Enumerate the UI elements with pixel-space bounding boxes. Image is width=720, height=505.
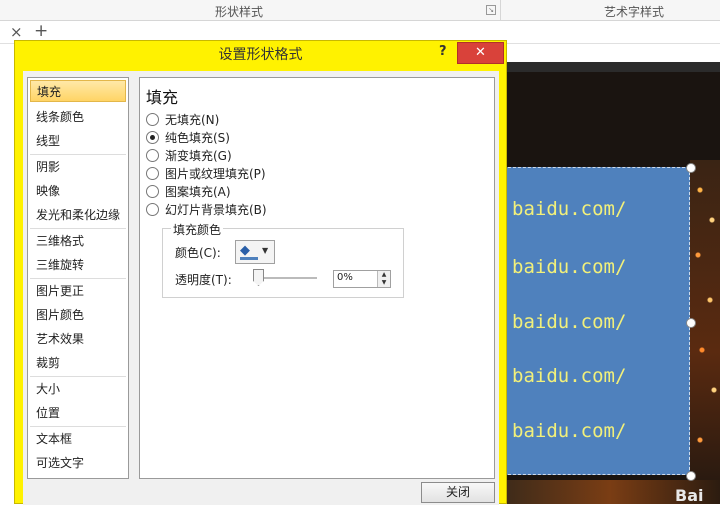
radio-button[interactable]: [146, 167, 159, 180]
transparency-spinner[interactable]: 0% ▲ ▼: [333, 270, 391, 288]
group-legend: 填充颜色: [171, 221, 224, 238]
nav-divider: [30, 228, 126, 229]
category-list: 填充 线条颜色 线型 阴影 映像 发光和柔化边缘 三维格式 三维旋转 图片更正 …: [27, 77, 129, 479]
nav-item-fill[interactable]: 填充: [30, 80, 126, 102]
resize-handle[interactable]: [686, 163, 696, 173]
shape-text-line: baidu.com/: [512, 256, 627, 278]
nav-divider: [30, 154, 126, 155]
nav-item-picture-corrections[interactable]: 图片更正: [30, 280, 126, 302]
radio-gradient-fill[interactable]: 渐变填充(G): [146, 147, 232, 165]
nav-item-line-style[interactable]: 线型: [30, 130, 126, 152]
nav-item-position[interactable]: 位置: [30, 402, 126, 424]
nav-item-text-box[interactable]: 文本框: [30, 428, 126, 450]
transparency-slider-track[interactable]: [255, 277, 317, 279]
nav-item-reflection[interactable]: 映像: [30, 180, 126, 202]
nav-item-3d-format[interactable]: 三维格式: [30, 230, 126, 252]
nav-item-picture-color[interactable]: 图片颜色: [30, 304, 126, 326]
current-color-swatch: [240, 257, 258, 260]
shape-text-line: baidu.com/: [512, 198, 627, 220]
nav-item-crop[interactable]: 裁剪: [30, 352, 126, 374]
ribbon-group-bar: 形状样式 ↘ 艺术字样式: [0, 0, 720, 21]
radio-button[interactable]: [146, 203, 159, 216]
watermark-logo: Bai: [675, 486, 704, 505]
nav-item-3d-rotation[interactable]: 三维旋转: [30, 254, 126, 276]
transparency-label: 透明度(T):: [175, 273, 232, 287]
ribbon-group-wordart-styles[interactable]: 艺术字样式: [604, 3, 664, 20]
close-tab-icon[interactable]: ×: [10, 23, 23, 41]
nav-divider: [30, 376, 126, 377]
radio-slide-background-fill[interactable]: 幻灯片背景填充(B): [146, 201, 267, 219]
radio-button[interactable]: [146, 113, 159, 126]
nav-item-size[interactable]: 大小: [30, 378, 126, 400]
ribbon-separator: [500, 0, 501, 20]
color-picker-button[interactable]: ◆ ▼: [235, 240, 275, 264]
spinner-arrows-icon[interactable]: ▲ ▼: [377, 271, 390, 287]
radio-button-checked[interactable]: [146, 131, 159, 144]
radio-no-fill[interactable]: 无填充(N): [146, 111, 219, 129]
add-tab-icon[interactable]: +: [34, 21, 48, 41]
shape-text-line: baidu.com/: [512, 420, 627, 442]
chevron-down-icon: ▼: [262, 246, 269, 255]
nav-item-alt-text[interactable]: 可选文字: [30, 452, 126, 474]
dialog-close-icon[interactable]: ✕: [457, 42, 504, 64]
nav-item-artistic-effects[interactable]: 艺术效果: [30, 328, 126, 350]
format-shape-dialog: 设置形状格式 ? ✕ 填充 线条颜色 线型 阴影 映像 发光和柔化边缘 三维格式…: [14, 40, 507, 505]
dialog-launcher-icon[interactable]: ↘: [486, 5, 496, 15]
ribbon-group-shape-styles[interactable]: 形状样式: [215, 3, 263, 20]
shape-text-line: baidu.com/: [512, 365, 627, 387]
paint-bucket-icon: ◆: [240, 243, 250, 258]
fill-settings-panel: 填充 无填充(N) 纯色填充(S) 渐变填充(G) 图片或纹理填充(P) 图案填…: [139, 77, 495, 479]
radio-label: 无填充(N): [165, 113, 220, 127]
resize-handle[interactable]: [686, 471, 696, 481]
close-button[interactable]: 关闭: [421, 482, 495, 503]
shape-text-line: baidu.com/: [512, 311, 627, 333]
slide-top-edge: [500, 62, 720, 72]
nav-divider: [30, 278, 126, 279]
panel-title: 填充: [146, 88, 179, 107]
resize-handle[interactable]: [686, 318, 696, 328]
radio-button[interactable]: [146, 185, 159, 198]
radio-label: 渐变填充(G): [165, 149, 232, 163]
nav-item-line-color[interactable]: 线条颜色: [30, 106, 126, 128]
radio-picture-fill[interactable]: 图片或纹理填充(P): [146, 165, 266, 183]
dialog-title: 设置形状格式: [218, 47, 303, 63]
text-box-shape[interactable]: baidu.com/ baidu.com/ baidu.com/ baidu.c…: [503, 167, 690, 475]
radio-label: 图案填充(A): [165, 185, 231, 199]
radio-button[interactable]: [146, 149, 159, 162]
nav-item-shadow[interactable]: 阴影: [30, 156, 126, 178]
fill-color-group: 填充颜色 颜色(C): ◆ ▼ 透明度(T): 0% ▲ ▼: [162, 221, 404, 298]
radio-label: 纯色填充(S): [165, 131, 230, 145]
nav-item-glow[interactable]: 发光和柔化边缘: [30, 204, 126, 226]
help-icon[interactable]: ?: [439, 44, 447, 59]
radio-pattern-fill[interactable]: 图案填充(A): [146, 183, 231, 201]
radio-solid-fill[interactable]: 纯色填充(S): [146, 129, 230, 147]
color-label: 颜色(C):: [175, 246, 221, 260]
radio-label: 幻灯片背景填充(B): [165, 203, 267, 217]
transparency-value[interactable]: 0%: [337, 272, 353, 283]
nav-divider: [30, 426, 126, 427]
radio-label: 图片或纹理填充(P): [165, 167, 266, 181]
transparency-slider-thumb[interactable]: [253, 269, 264, 286]
dialog-body: 填充 线条颜色 线型 阴影 映像 发光和柔化边缘 三维格式 三维旋转 图片更正 …: [23, 71, 499, 505]
